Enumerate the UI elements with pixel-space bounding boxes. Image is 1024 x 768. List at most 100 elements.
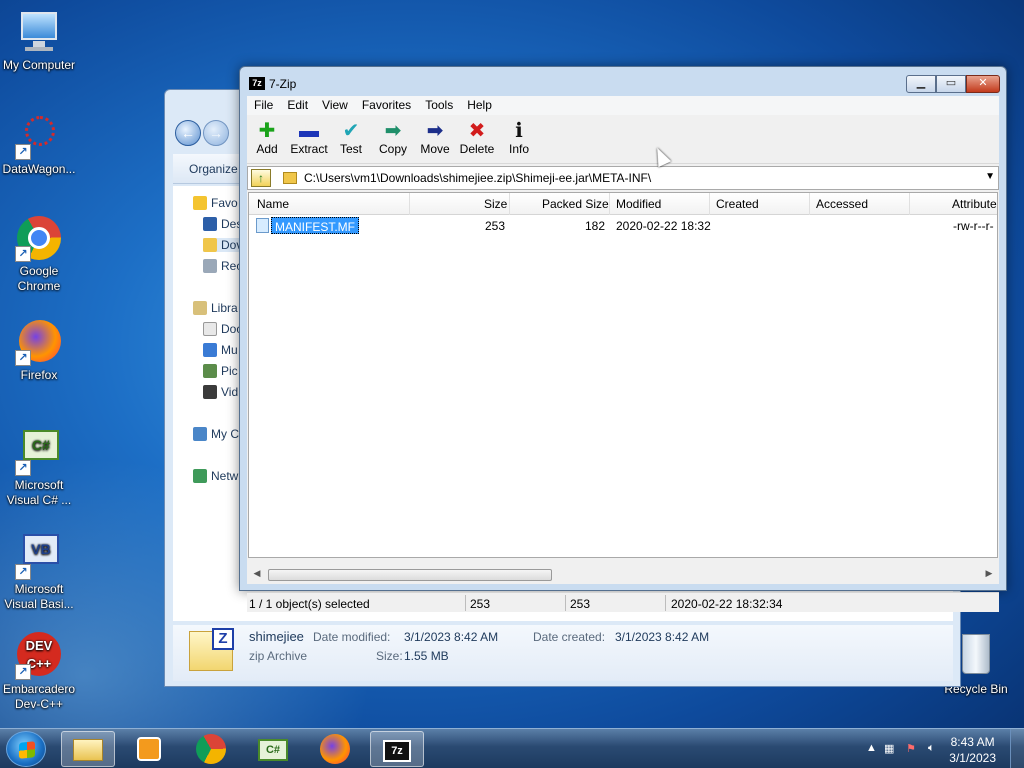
organize-button[interactable]: Organize [189,162,238,176]
system-tray: ▲ ▦ ⚑ 🔈︎ 8:43 AM 3/1/2023 [844,729,1024,768]
start-button[interactable] [6,731,46,767]
extract-button[interactable]: ▬ Extract [286,120,332,156]
caption-buttons: ▁ ▭ ✕ [906,75,1000,93]
tree-item-network[interactable]: Netw [193,469,238,483]
taskbar-firefox[interactable] [308,731,362,767]
tree-item-pictures[interactable]: Pic [203,364,238,378]
file-name[interactable]: MANIFEST.MF [271,217,359,234]
address-bar[interactable]: ↑ C:\Users\vm1\Downloads\shimejiee.zip\S… [247,166,999,190]
menu-file[interactable]: File [247,96,280,115]
7zip-window[interactable]: 7z 7-Zip ▁ ▭ ✕ File Edit View Favorites … [239,66,1007,612]
tree-item-music[interactable]: Mu [203,343,238,357]
tree-item-downloads[interactable]: Dov [203,238,243,252]
desktop-icon-google-chrome[interactable]: ↗ Google Chrome [0,214,78,294]
file-attribute: -rw-r--r- [953,219,994,233]
desktop-icon-visual-basic[interactable]: VB ↗ Microsoft Visual Basi... [0,532,78,612]
status-size: 253 [470,597,491,611]
title-bar[interactable]: 7z 7-Zip ▁ ▭ ✕ [240,67,1006,97]
delete-label: Delete [459,142,495,156]
tree-item-videos[interactable]: Vid [203,385,238,399]
forward-arrow-icon[interactable]: → [203,120,229,146]
media-player-icon [137,737,161,761]
window-title: 7-Zip [269,77,297,91]
7zip-client-area: File Edit View Favorites Tools Help ✚ Ad… [247,96,999,612]
info-icon: ℹ [515,120,523,142]
menu-tools[interactable]: Tools [418,96,460,115]
table-row[interactable]: MANIFEST.MF 253 182 2020-02-22 18:32 -rw… [249,217,997,235]
7zip-toolbar: ✚ Add ▬ Extract ✔ Test ➡ Copy ➡ Move ✖ D… [247,116,999,164]
chevron-down-icon[interactable]: ▼ [985,171,995,182]
close-button[interactable]: ✕ [966,75,1000,93]
check-icon: ✔ [342,120,360,142]
move-button[interactable]: ➡ Move [412,120,458,156]
file-list[interactable]: Name Size Packed Size Modified Created A… [248,192,998,558]
status-modified: 2020-02-22 18:32:34 [671,597,783,611]
clock[interactable]: 8:43 AM 3/1/2023 [949,734,996,766]
tree-item-libraries[interactable]: Libra [193,301,238,315]
chrome-icon [196,734,226,764]
visual-basic-icon: VB ↗ [15,532,63,580]
desktop-icon-label: Microsoft Visual C# ... [6,478,72,507]
taskbar-media-player[interactable] [122,731,176,767]
windows-logo-icon [19,741,35,759]
details-modified-value: 3/1/2023 8:42 AM [404,630,499,644]
scroll-right-icon[interactable]: ▶ [982,568,996,579]
file-modified: 2020-02-22 18:32 [616,219,711,233]
taskbar-visual-csharp[interactable]: C# [246,731,300,767]
column-size[interactable]: Size [484,197,507,211]
desktop-icon-my-computer[interactable]: My Computer [0,8,78,73]
tree-item-favorites[interactable]: Favo [193,196,238,210]
maximize-button[interactable]: ▭ [936,75,966,93]
tree-item-my-computer[interactable]: My C [193,427,239,441]
computer-icon [15,8,63,56]
column-accessed[interactable]: Accessed [816,197,868,211]
volume-icon[interactable]: 🔈︎ [928,742,935,755]
desktop-icon-label: My Computer [2,58,76,72]
address-path[interactable]: C:\Users\vm1\Downloads\shimejiee.zip\Shi… [304,171,651,185]
column-packed-size[interactable]: Packed Size [542,197,609,211]
add-button[interactable]: ✚ Add [244,120,290,156]
music-note-icon [203,343,217,357]
show-desktop-button[interactable] [1010,729,1024,768]
column-modified[interactable]: Modified [616,197,661,211]
dev-cpp-icon: DEV C++ ↗ [15,632,63,680]
tray-expand-icon[interactable]: ▲ [866,742,877,754]
extract-label: Extract [290,142,328,156]
desktop-icon-visual-csharp[interactable]: C# ↗ Microsoft Visual C# ... [0,428,78,508]
back-arrow-icon[interactable]: ← [175,120,201,146]
taskbar-chrome[interactable] [184,731,238,767]
desktop-icon-label: DataWagon... [2,162,76,176]
file-packed-size: 182 [585,219,606,233]
details-file-name: shimejiee [249,629,304,644]
tree-item-desktop[interactable]: Des [203,217,242,231]
desktop-icon-datawagon[interactable]: ↗ DataWagon... [0,112,78,177]
info-button[interactable]: ℹ Info [496,120,542,156]
menu-view[interactable]: View [315,96,355,115]
desktop-icon-firefox[interactable]: ↗ Firefox [0,318,78,383]
minimize-button[interactable]: ▁ [906,75,936,93]
up-folder-button[interactable]: ↑ [251,169,271,187]
network-icon[interactable]: ▦ [884,742,894,755]
tree-item-documents[interactable]: Doc [203,322,242,336]
test-button[interactable]: ✔ Test [328,120,374,156]
menu-help[interactable]: Help [460,96,499,115]
column-attribute[interactable]: Attribute [952,197,997,211]
move-label: Move [420,142,450,156]
menu-edit[interactable]: Edit [280,96,315,115]
action-center-icon[interactable]: ⚑ [906,742,916,755]
delete-button[interactable]: ✖ Delete [454,120,500,156]
scroll-left-icon[interactable]: ◀ [250,568,264,579]
menu-favorites[interactable]: Favorites [355,96,418,115]
shortcut-arrow-icon: ↗ [15,246,31,262]
column-name[interactable]: Name [257,197,289,211]
taskbar-7zip[interactable]: 7z [370,731,424,767]
tree-item-recent[interactable]: Rec [203,259,242,273]
file-size: 253 [485,219,506,233]
taskbar-explorer[interactable] [61,731,115,767]
scroll-thumb[interactable] [268,569,552,581]
column-created[interactable]: Created [716,197,759,211]
details-size-label: Size: [376,649,403,663]
copy-button[interactable]: ➡ Copy [370,120,416,156]
desktop-icon-dev-cpp[interactable]: DEV C++ ↗ Embarcadero Dev-C++ [0,632,78,712]
horizontal-scrollbar[interactable]: ◀ ▶ [248,566,998,583]
